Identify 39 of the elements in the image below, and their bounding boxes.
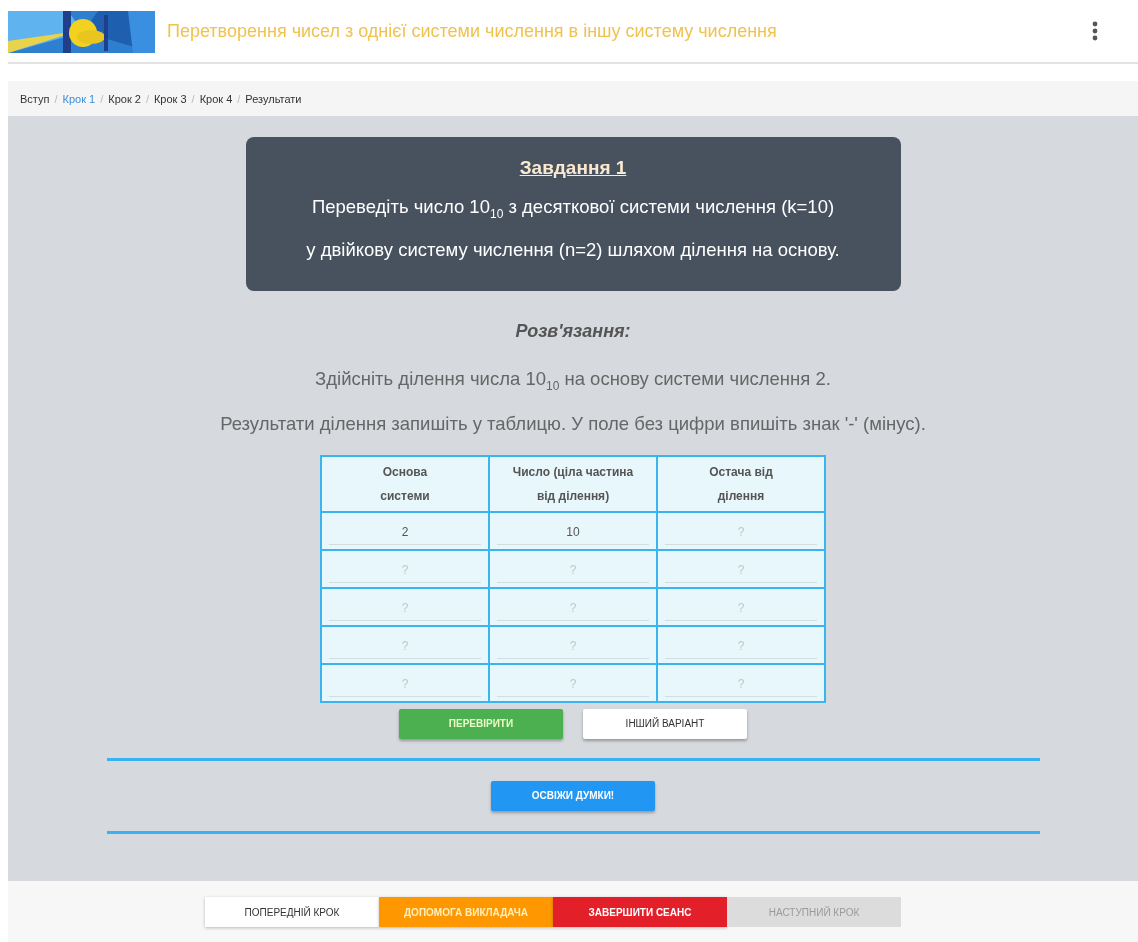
- answer-field[interactable]: ?: [657, 625, 825, 664]
- answer-field[interactable]: ?: [489, 663, 657, 702]
- solution-heading: Розв'язання:: [515, 321, 631, 342]
- column-header: Остача від ділення: [657, 455, 825, 512]
- answer-field[interactable]: 10: [489, 511, 657, 550]
- instruction-text: Здійсніть ділення числа 10$_{10}$ на основу системи числення 2.: [315, 367, 831, 395]
- answer-field[interactable]: ?: [489, 625, 657, 664]
- answer-field[interactable]: ?: [657, 663, 825, 702]
- breadcrumb-separator: /: [145, 92, 149, 105]
- answer-field[interactable]: ?: [657, 587, 825, 626]
- answer-field[interactable]: ?: [321, 587, 489, 626]
- breadcrumb-separator: /: [237, 92, 241, 105]
- breadcrumb-separator: /: [54, 92, 58, 105]
- answer-field[interactable]: ?: [321, 549, 489, 588]
- task-text: у двійкову систему числення (n=2) шляхом ділення на основу.: [306, 237, 840, 262]
- breadcrumb-link[interactable]: Крок 3: [153, 92, 187, 105]
- task-text: Переведіть число 10$_{10}$ з десяткової системи числення (k=10): [311, 195, 835, 223]
- instruction-text: Результати ділення запишіть у таблицю. У поле без цифри впишіть знак '-' (мінус).: [220, 411, 926, 436]
- breadcrumb-link[interactable]: Крок 4: [199, 92, 233, 105]
- answer-field[interactable]: ?: [321, 625, 489, 664]
- nav-button[interactable]: ПОПЕРЕДНІЙ КРОК: [205, 897, 379, 927]
- nav-button[interactable]: ЗАВЕРШИТИ СЕАНС: [553, 897, 727, 927]
- other-variant-button[interactable]: ІНШИЙ ВАРІАНТ: [583, 708, 747, 739]
- answer-field[interactable]: ?: [489, 549, 657, 588]
- breadcrumb-link[interactable]: Крок 2: [108, 92, 141, 105]
- menu-icon[interactable]: [1092, 21, 1098, 41]
- breadcrumb-link[interactable]: Вступ: [20, 92, 50, 105]
- breadcrumb-separator: /: [100, 92, 104, 105]
- page-title: Перетворення чисел з однієї системи числення в іншу систему числення: [167, 20, 778, 42]
- task-title: Завдання 1: [519, 157, 627, 179]
- answer-field[interactable]: ?: [321, 663, 489, 702]
- answer-field[interactable]: ?: [657, 511, 825, 550]
- answer-field[interactable]: ?: [657, 549, 825, 588]
- column-header: Число (ціла частина від ділення): [489, 455, 657, 512]
- column-header: Основа системи: [321, 455, 489, 512]
- answer-field[interactable]: 2: [321, 511, 489, 550]
- answer-field[interactable]: ?: [489, 587, 657, 626]
- breadcrumb-separator: /: [191, 92, 195, 105]
- breadcrumb-link[interactable]: Результати: [245, 92, 302, 105]
